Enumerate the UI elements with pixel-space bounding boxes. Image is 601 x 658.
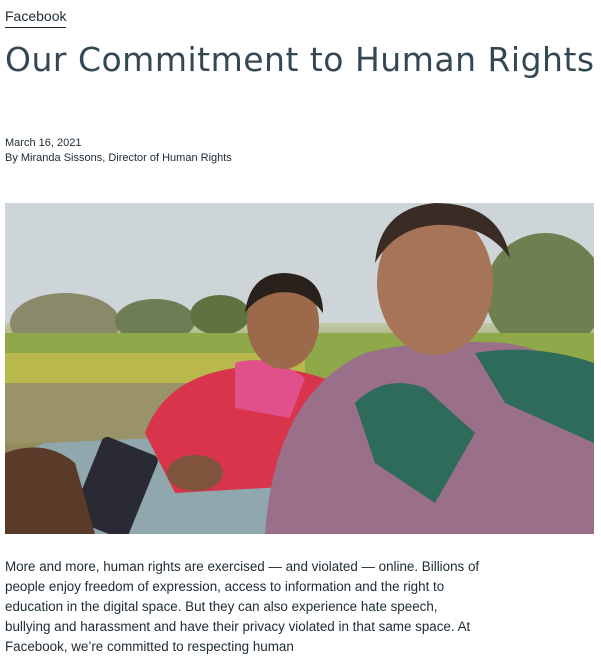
publish-date: March 16, 2021 xyxy=(5,137,82,149)
author-byline: By Miranda Sissons, Director of Human Ri… xyxy=(5,152,232,164)
page-title: Our Commitment to Human Rights xyxy=(5,40,595,79)
article-meta: March 16, 2021 By Miranda Sissons, Direc… xyxy=(5,136,232,166)
hero-image xyxy=(5,203,594,534)
breadcrumb-facebook-link[interactable]: Facebook xyxy=(5,8,67,28)
article-body: More and more, human rights are exercise… xyxy=(5,559,480,654)
hero-illustration xyxy=(5,203,594,534)
